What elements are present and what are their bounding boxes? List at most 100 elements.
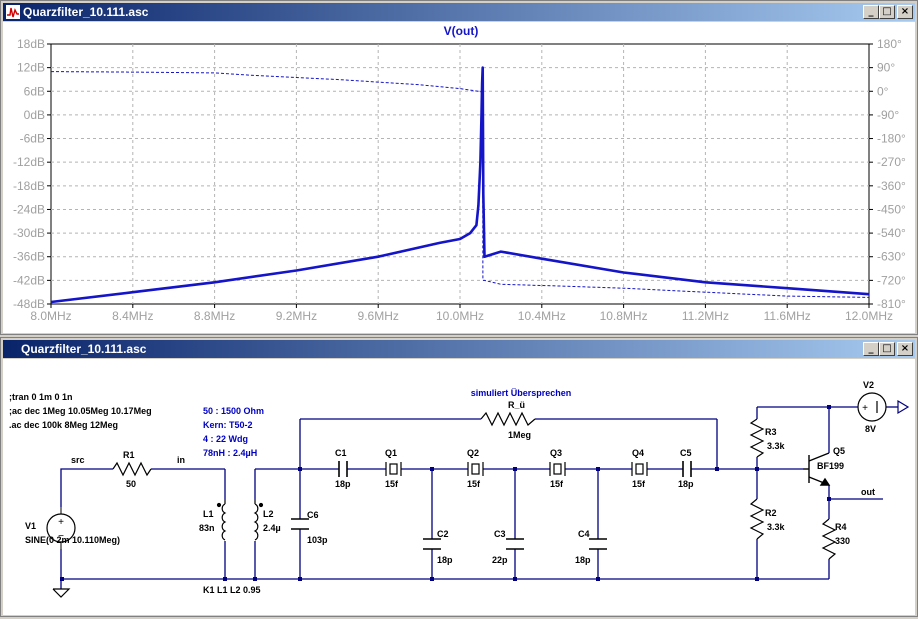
y-left-tick-label: 6dB bbox=[24, 84, 45, 98]
y-right-tick-label: -90° bbox=[877, 108, 899, 122]
c5-capacitor[interactable] bbox=[682, 461, 692, 477]
label-q4: Q4 bbox=[632, 448, 644, 458]
directive-ac-1[interactable]: ;ac dec 1Meg 10.05Meg 10.17Meg bbox=[9, 406, 152, 416]
x-tick-label: 11.2MHz bbox=[682, 309, 729, 323]
directive-tran[interactable]: ;tran 0 1m 0 1n bbox=[9, 392, 73, 402]
c1-capacitor[interactable] bbox=[338, 461, 348, 477]
label-r2: R2 bbox=[765, 508, 777, 518]
y-right-tick-label: 180° bbox=[877, 37, 902, 51]
schematic-surface[interactable]: + − + ;tran 0 1m 0 1n ;ac dec 1Meg 10.05… bbox=[3, 359, 915, 615]
y-left-tick-label: -18dB bbox=[13, 179, 45, 193]
q4-crystal[interactable] bbox=[631, 462, 648, 476]
plot-window: Quarzfilter_10.111.asc _ □ × V(out) 8.0M… bbox=[0, 0, 918, 335]
q2-crystal[interactable] bbox=[467, 462, 484, 476]
plot-minimize-button[interactable]: _ bbox=[863, 5, 879, 19]
schematic-canvas[interactable]: + − + ;tran 0 1m 0 1n ;ac dec 1Meg 10.05… bbox=[3, 359, 915, 615]
label-c5: C5 bbox=[680, 448, 692, 458]
directive-ac-2[interactable]: .ac dec 100k 8Meg 12Meg bbox=[9, 420, 118, 430]
r2-resistor[interactable] bbox=[749, 498, 765, 540]
waveform-icon bbox=[6, 5, 20, 19]
label-c6: C6 bbox=[307, 510, 319, 520]
plot-maximize-button[interactable]: □ bbox=[879, 5, 895, 19]
svg-text:+: + bbox=[58, 517, 64, 528]
net-label-src[interactable]: src bbox=[71, 455, 85, 465]
q3-crystal[interactable] bbox=[549, 462, 566, 476]
label-q1: Q1 bbox=[385, 448, 397, 458]
note-core[interactable]: Kern: T50-2 bbox=[203, 420, 253, 430]
schematic-maximize-button[interactable]: □ bbox=[879, 342, 895, 356]
plot-titlebar[interactable]: Quarzfilter_10.111.asc _ □ × bbox=[3, 3, 915, 21]
svg-text:+: + bbox=[862, 403, 868, 414]
schematic-close-button[interactable]: × bbox=[897, 342, 913, 356]
y-left-tick-label: 18dB bbox=[17, 37, 45, 51]
label-c3: C3 bbox=[494, 529, 506, 539]
value-c1: 18p bbox=[335, 479, 351, 489]
note-windings[interactable]: 4 : 22 Wdg bbox=[203, 434, 248, 444]
note-crosstalk[interactable]: simuliert Übersprechen bbox=[471, 388, 572, 398]
value-r1: 50 bbox=[126, 479, 136, 489]
coupling-directive[interactable]: K1 L1 L2 0.95 bbox=[203, 585, 261, 595]
r-crosstalk-resistor[interactable] bbox=[480, 411, 536, 427]
label-q2: Q2 bbox=[467, 448, 479, 458]
label-c1: C1 bbox=[335, 448, 347, 458]
y-right-tick-label: 90° bbox=[877, 61, 895, 75]
value-q2: 15f bbox=[467, 479, 481, 489]
supply-flag-icon bbox=[897, 399, 910, 415]
net-label-out[interactable]: out bbox=[861, 487, 875, 497]
value-v1: SINE(0 2m 10.110Meg) bbox=[25, 535, 120, 545]
schematic-titlebar[interactable]: Quarzfilter_10.111.asc _ □ × bbox=[3, 340, 915, 358]
note-inductance[interactable]: 78nH : 2.4µH bbox=[203, 448, 257, 458]
value-l2: 2.4µ bbox=[263, 523, 281, 533]
c3-capacitor[interactable] bbox=[506, 538, 524, 550]
v2-source[interactable]: + bbox=[857, 392, 887, 422]
y-left-tick-label: 12dB bbox=[17, 61, 45, 75]
y-left-tick-label: -24dB bbox=[13, 202, 45, 216]
r4-resistor[interactable] bbox=[821, 518, 837, 560]
y-left-tick-label: -6dB bbox=[20, 132, 45, 146]
plot-close-button[interactable]: × bbox=[897, 5, 913, 19]
x-tick-label: 9.6MHz bbox=[358, 309, 399, 323]
value-q4: 15f bbox=[632, 479, 646, 489]
label-q3: Q3 bbox=[550, 448, 562, 458]
value-c4: 18p bbox=[575, 555, 591, 565]
q1-crystal[interactable] bbox=[385, 462, 402, 476]
label-r4: R4 bbox=[835, 522, 847, 532]
x-tick-label: 12.0MHz bbox=[845, 309, 893, 323]
value-r2: 3.3k bbox=[767, 522, 786, 532]
y-left-tick-label: -48dB bbox=[13, 297, 45, 311]
value-c3: 22p bbox=[492, 555, 508, 565]
r3-resistor[interactable] bbox=[749, 418, 765, 458]
y-left-tick-label: -36dB bbox=[13, 250, 45, 264]
bode-plot[interactable]: V(out) 8.0MHz 8.4MHz 8.8MHz 9.2MHz 9.6MHz 10.… bbox=[3, 22, 915, 333]
label-c4: C4 bbox=[578, 529, 590, 539]
x-tick-label: 10.8MHz bbox=[600, 309, 648, 323]
y-right-tick-label: -540° bbox=[877, 226, 906, 240]
r1-resistor[interactable] bbox=[112, 461, 152, 477]
net-label-in[interactable]: in bbox=[177, 455, 185, 465]
value-q5: BF199 bbox=[817, 461, 844, 471]
value-l1: 83n bbox=[199, 523, 215, 533]
y-right-tick-label: -360° bbox=[877, 179, 906, 193]
plot-grid bbox=[50, 43, 870, 305]
schematic-window: Quarzfilter_10.111.asc _ □ × + − + ;tran… bbox=[0, 337, 918, 617]
note-impedance[interactable]: 50 : 1500 Ohm bbox=[203, 406, 264, 416]
value-c6: 103p bbox=[307, 535, 328, 545]
plot-surface[interactable]: V(out) 8.0MHz 8.4MHz 8.8MHz 9.2MHz 9.6MHz 10.… bbox=[3, 22, 915, 333]
c4-capacitor[interactable] bbox=[589, 538, 607, 550]
l2-inductor[interactable] bbox=[253, 499, 264, 541]
y-right-tick-label: -630° bbox=[877, 250, 906, 264]
l1-inductor[interactable] bbox=[216, 499, 227, 541]
c2-capacitor[interactable] bbox=[423, 538, 441, 550]
value-r3: 3.3k bbox=[767, 441, 786, 451]
value-c5: 18p bbox=[678, 479, 694, 489]
x-tick-label: 8.8MHz bbox=[194, 309, 235, 323]
trace-label[interactable]: V(out) bbox=[444, 24, 479, 38]
y-right-tick-label: -180° bbox=[877, 132, 906, 146]
value-r4: 330 bbox=[835, 536, 850, 546]
value-q1: 15f bbox=[385, 479, 399, 489]
plot-window-title: Quarzfilter_10.111.asc bbox=[23, 5, 149, 19]
x-tick-label: 8.4MHz bbox=[112, 309, 153, 323]
schematic-minimize-button[interactable]: _ bbox=[863, 342, 879, 356]
c6-capacitor[interactable] bbox=[291, 518, 309, 530]
x-tick-label: 10.4MHz bbox=[518, 309, 566, 323]
